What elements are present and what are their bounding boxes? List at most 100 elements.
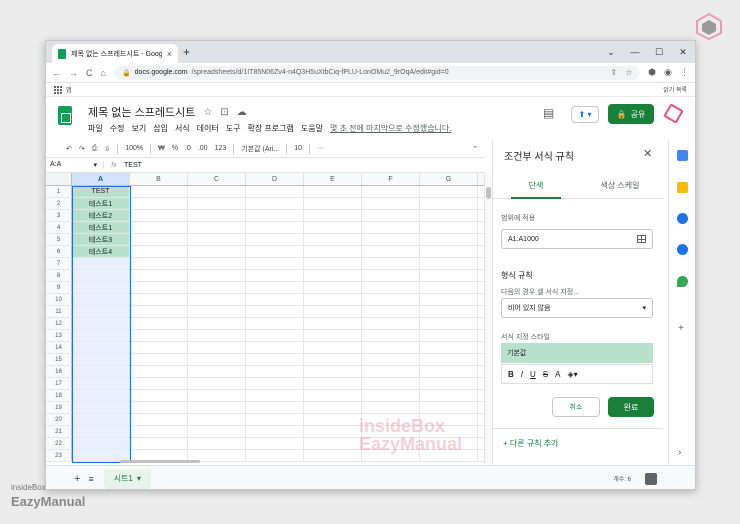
grid-cell[interactable] — [72, 414, 130, 425]
count-status[interactable]: 개수: 6 — [613, 474, 631, 483]
browser-tab[interactable]: 제목 없는 스프레드시트 - Goog × — [52, 44, 178, 63]
grid-cell[interactable] — [246, 378, 304, 389]
grid-cell[interactable] — [72, 318, 130, 329]
more-tools-button[interactable]: ··· — [317, 145, 324, 152]
grid-cell[interactable] — [420, 210, 478, 221]
grid-cell[interactable] — [188, 366, 246, 377]
grid-cell[interactable] — [130, 306, 188, 317]
grid-cell[interactable] — [188, 330, 246, 341]
zoom-select[interactable]: 100% — [125, 145, 143, 152]
row-header[interactable]: 15 — [46, 354, 72, 365]
name-box[interactable]: A:A ▾ — [46, 161, 104, 169]
share-page-icon[interactable]: ⇪ — [610, 68, 617, 77]
grid-cell[interactable] — [72, 330, 130, 341]
column-header-f[interactable]: F — [362, 173, 420, 185]
grid-cell[interactable] — [304, 198, 362, 209]
done-button[interactable]: 완료 — [608, 397, 654, 417]
bookmark-star-icon[interactable]: ☆ — [625, 68, 632, 77]
menu-icon[interactable]: ⋮ — [680, 67, 689, 78]
formula-input[interactable]: TEST — [124, 162, 142, 169]
tasks-icon[interactable] — [677, 213, 688, 224]
row-header[interactable]: 6 — [46, 246, 72, 257]
grid-cell[interactable] — [362, 294, 420, 305]
grid-cell[interactable] — [420, 282, 478, 293]
column-header-e[interactable]: E — [304, 173, 362, 185]
bold-button[interactable]: B — [508, 370, 514, 379]
grid-cell[interactable] — [72, 390, 130, 401]
column-header-g[interactable]: G — [420, 173, 478, 185]
decrease-decimal-button[interactable]: .0 — [185, 145, 191, 152]
grid-cell[interactable] — [188, 438, 246, 449]
redo-icon[interactable]: ↷ — [79, 145, 85, 153]
grid-cell[interactable] — [420, 306, 478, 317]
grid-cell[interactable] — [304, 234, 362, 245]
grid-cell[interactable] — [188, 294, 246, 305]
grid-cell[interactable] — [420, 354, 478, 365]
grid-cell[interactable] — [130, 354, 188, 365]
close-icon[interactable]: ✕ — [643, 147, 652, 160]
grid-cell[interactable] — [130, 282, 188, 293]
grid-cell[interactable] — [72, 282, 130, 293]
grid-cell[interactable] — [304, 354, 362, 365]
grid-cell[interactable] — [362, 186, 420, 197]
range-input[interactable]: A1:A1000 — [501, 229, 653, 249]
grid-cell[interactable] — [130, 198, 188, 209]
grid-cell[interactable] — [188, 402, 246, 413]
row-header[interactable]: 7 — [46, 258, 72, 269]
grid-cell[interactable] — [246, 294, 304, 305]
grid-cell[interactable] — [304, 330, 362, 341]
grid-cell[interactable] — [304, 222, 362, 233]
grid-cell[interactable] — [420, 330, 478, 341]
tab-single-color[interactable]: 단색 — [501, 180, 571, 199]
grid-cell[interactable] — [362, 258, 420, 269]
grid-cell[interactable] — [188, 318, 246, 329]
grid-cell[interactable] — [304, 318, 362, 329]
sheets-logo-icon[interactable] — [58, 106, 72, 125]
grid-cell[interactable] — [188, 210, 246, 221]
grid-cell[interactable] — [130, 342, 188, 353]
grid-cell[interactable] — [72, 354, 130, 365]
grid-cell[interactable] — [130, 438, 188, 449]
grid-cell[interactable] — [246, 234, 304, 245]
menu-file[interactable]: 파일 — [88, 123, 103, 134]
explore-icon[interactable] — [645, 472, 657, 485]
grid-cell[interactable] — [420, 186, 478, 197]
grid-cell[interactable] — [72, 402, 130, 413]
grid-cell[interactable] — [188, 234, 246, 245]
menu-tools[interactable]: 도구 — [226, 123, 241, 134]
grid-cell[interactable] — [130, 186, 188, 197]
grid-cell[interactable] — [362, 246, 420, 257]
reading-list[interactable]: 읽기 목록 — [663, 85, 687, 94]
more-formats-button[interactable]: 123 — [215, 145, 227, 152]
grid-cell[interactable] — [246, 438, 304, 449]
grid-cell[interactable] — [420, 390, 478, 401]
grid-cell[interactable] — [188, 390, 246, 401]
grid-cell[interactable]: 테스트1 — [72, 222, 130, 233]
maps-icon[interactable] — [677, 276, 688, 287]
spreadsheet-grid[interactable]: A B C D E F G 1 TEST 2 테스트1 3 테스트2 4 테스트1 5 테스트3 6… — [46, 173, 484, 463]
share-button[interactable]: 🔒 공유 — [608, 104, 654, 124]
grid-cell[interactable] — [130, 210, 188, 221]
grid-cell[interactable] — [246, 258, 304, 269]
grid-cell[interactable] — [362, 342, 420, 353]
grid-cell[interactable] — [304, 306, 362, 317]
grid-cell[interactable] — [246, 342, 304, 353]
grid-cell[interactable] — [246, 330, 304, 341]
grid-cell[interactable] — [188, 282, 246, 293]
grid-cell[interactable] — [420, 222, 478, 233]
row-header[interactable]: 13 — [46, 330, 72, 341]
grid-cell[interactable] — [246, 414, 304, 425]
font-size-select[interactable]: 10 — [294, 145, 302, 152]
row-header[interactable]: 12 — [46, 318, 72, 329]
row-header[interactable]: 10 — [46, 294, 72, 305]
row-header[interactable]: 1 — [46, 186, 72, 197]
present-button[interactable]: ⬆ ▾ — [571, 106, 599, 123]
grid-cell[interactable] — [246, 222, 304, 233]
grid-cell[interactable] — [188, 426, 246, 437]
grid-cell[interactable] — [130, 426, 188, 437]
condition-select[interactable]: 비어 있지 않음 ▾ — [501, 298, 653, 318]
grid-cell[interactable] — [246, 246, 304, 257]
grid-cell[interactable] — [362, 378, 420, 389]
grid-cell[interactable] — [304, 210, 362, 221]
grid-cell[interactable] — [188, 342, 246, 353]
